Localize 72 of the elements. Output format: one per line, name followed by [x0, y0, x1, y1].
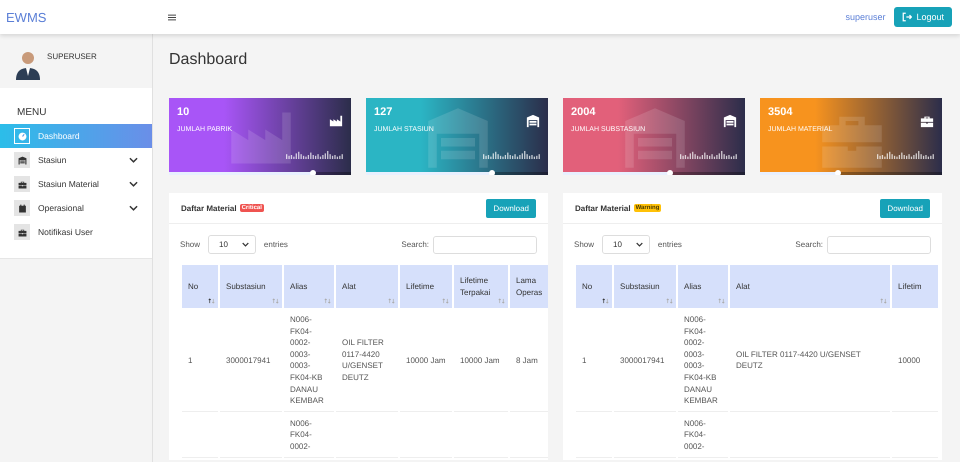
- menu-heading: MENU: [16, 107, 48, 118]
- table-cell: 1: [188, 356, 192, 365]
- column-header[interactable]: Lifetime: [400, 265, 452, 308]
- toolbox-icon: [920, 114, 934, 128]
- page-size-select[interactable]: 10: [602, 235, 650, 254]
- page-title: Dashboard: [169, 51, 248, 69]
- table-cell: 10000 Jam: [460, 356, 500, 365]
- chevron-down-icon: [636, 242, 643, 247]
- chevron-down-icon: [129, 157, 138, 163]
- table-cell: N006-FK04-0002-0003-0003-FK04-KB DANAU KEMBAR: [684, 315, 718, 406]
- sidebar-item[interactable]: Stasiun: [0, 148, 152, 172]
- chevron-down-icon: [242, 242, 249, 247]
- chevron-down-icon: [129, 181, 138, 187]
- toolbox-icon: [18, 180, 26, 188]
- profile-name: SUPERUSER: [47, 52, 97, 61]
- table-cell: N006-FK04-0002-0003-0003-FK04-KB DANAU KEMBAR: [290, 315, 324, 406]
- column-header[interactable]: Alias: [284, 265, 334, 308]
- bar-sparkline-drawing: [680, 150, 738, 160]
- column-header[interactable]: Alat: [730, 265, 890, 308]
- warehouse-icon: [723, 114, 737, 128]
- chevron-down-icon: [129, 205, 138, 211]
- calendar-icon: [18, 204, 26, 212]
- stat-value: 2004: [571, 106, 596, 118]
- stat-value: 10: [177, 106, 190, 118]
- sidebar-item[interactable]: Stasiun Material: [0, 172, 152, 196]
- table-cell: 8 Jam: [516, 356, 538, 365]
- show-label: Show: [180, 240, 200, 249]
- stat-value: 127: [374, 106, 394, 118]
- sidebar-item[interactable]: Operasional: [0, 196, 152, 220]
- bar-sparkline-drawing: [483, 150, 541, 160]
- table-cell: 1: [582, 356, 586, 365]
- table-cell: 3000017941: [620, 356, 664, 365]
- logout-icon: [902, 12, 912, 22]
- bar-sparkline-drawing: [286, 150, 344, 160]
- page-size-select[interactable]: 10: [208, 235, 256, 254]
- table-cell: N006-FK04-0002-: [290, 418, 312, 451]
- stat-value: 3504: [768, 106, 794, 118]
- table-cell: 3000017941: [226, 356, 270, 365]
- column-header[interactable]: Substasiun: [614, 265, 676, 308]
- table-cell: OIL FILTER 0117-4420 U/GENSET DEUTZ: [736, 350, 861, 370]
- column-header[interactable]: Lama Operas: [510, 265, 548, 308]
- column-header[interactable]: Lifetime Terpakai: [454, 265, 508, 308]
- username-link[interactable]: superuser: [845, 12, 886, 22]
- entries-label: entries: [658, 240, 682, 249]
- gauge-icon: [18, 132, 26, 140]
- panel-title: Daftar Material: [181, 204, 237, 212]
- menu-icon[interactable]: [168, 14, 176, 20]
- column-header[interactable]: Alat: [336, 265, 398, 308]
- avatar-silhouette-icon: [16, 50, 40, 80]
- entries-label: entries: [264, 240, 288, 249]
- table-cell: OIL FILTER 0117-4420 U/GENSET DEUTZ: [342, 338, 384, 382]
- column-header[interactable]: Substasiun: [220, 265, 282, 308]
- column-header[interactable]: No: [576, 265, 612, 308]
- bar-sparkline-drawing: [877, 150, 935, 160]
- column-header[interactable]: Lifetim: [892, 265, 938, 308]
- column-header[interactable]: No: [182, 265, 218, 308]
- column-header[interactable]: Alias: [678, 265, 728, 308]
- warehouse-icon: [526, 114, 540, 128]
- panel-title: Daftar Material: [575, 204, 631, 212]
- search-field[interactable]: [827, 236, 931, 254]
- search-label: Search:: [795, 240, 823, 249]
- toolbox-icon: [18, 228, 26, 236]
- table-cell: 10000: [898, 356, 920, 365]
- table-cell: N006-FK04-0002-: [684, 418, 706, 451]
- warehouse-icon: [18, 156, 26, 164]
- show-label: Show: [574, 240, 594, 249]
- search-field[interactable]: [433, 236, 537, 254]
- search-label: Search:: [401, 240, 429, 249]
- brand-logo[interactable]: EWMS: [6, 10, 46, 24]
- factory-icon: [329, 114, 343, 128]
- table-cell: 10000 Jam: [406, 356, 446, 365]
- sidebar-item[interactable]: Notifikasi User: [0, 220, 152, 244]
